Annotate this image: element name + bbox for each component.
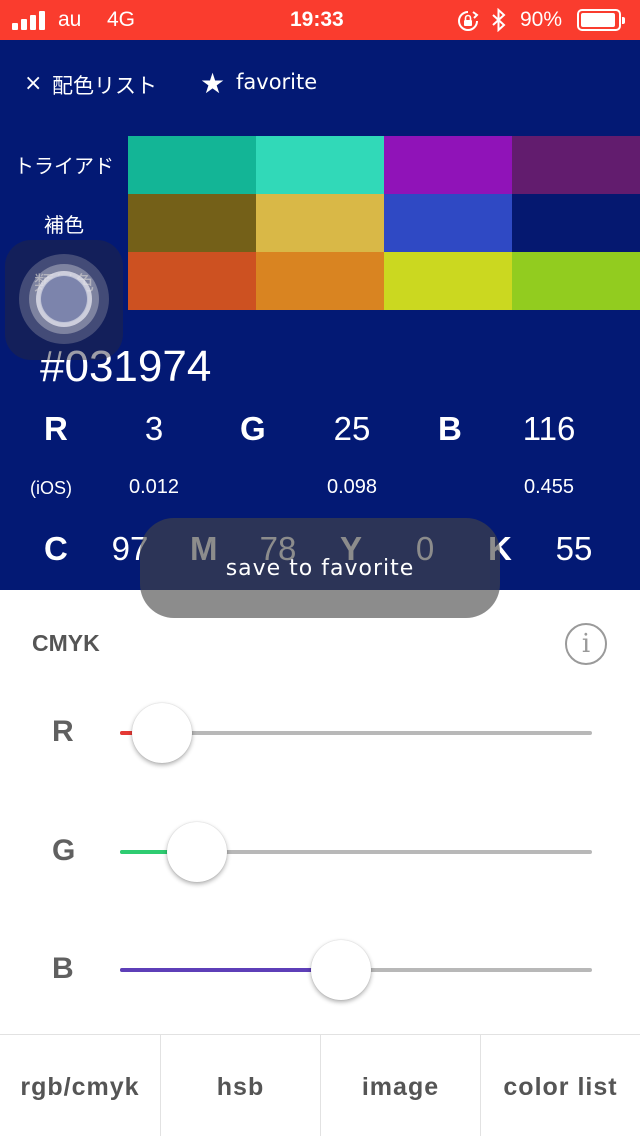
ios-g-value: 0.098 <box>326 476 378 498</box>
swatch-analogous-3[interactable] <box>384 252 512 310</box>
status-bar: au 4G 19:33 90% <box>0 0 640 40</box>
swatch-complementary-3[interactable] <box>384 194 512 252</box>
b-slider-fill <box>120 968 342 972</box>
close-icon[interactable]: × <box>24 72 42 96</box>
swatch-analogous-1[interactable] <box>128 252 256 310</box>
g-label: G <box>240 410 266 447</box>
swatch-triad-2[interactable] <box>256 136 384 194</box>
r-label: R <box>44 410 68 447</box>
save-toast: save to favorite <box>140 518 500 618</box>
tab-bar: rgb/cmyk hsb image color list <box>0 1034 640 1136</box>
assistive-touch-button[interactable] <box>5 240 123 360</box>
section-title: CMYK <box>32 630 100 656</box>
ios-label: (iOS) <box>30 478 72 498</box>
r-slider-label: R <box>52 715 74 748</box>
g-value: 25 <box>333 410 371 447</box>
orientation-lock-icon <box>458 11 479 31</box>
tab-hsb[interactable]: hsb <box>160 1034 320 1136</box>
tab-rgb-cmyk[interactable]: rgb/cmyk <box>0 1034 160 1136</box>
tab-label: image <box>361 1073 440 1101</box>
bluetooth-icon <box>492 8 506 32</box>
swatch-complementary-4[interactable] <box>512 194 640 252</box>
ios-b-value: 0.455 <box>523 476 575 498</box>
tab-image[interactable]: image <box>320 1034 480 1136</box>
b-slider-label: B <box>52 952 74 985</box>
r-slider-thumb[interactable] <box>131 703 192 763</box>
r-value: 3 <box>144 410 164 447</box>
swatch-triad-4[interactable] <box>512 136 640 194</box>
g-slider-thumb[interactable] <box>166 822 227 882</box>
scheme-label-complementary: 補色 <box>44 213 84 237</box>
scheme-label-triad: トライアド <box>14 154 114 178</box>
swatch-analogous-4[interactable] <box>512 252 640 310</box>
toast-message: save to favorite <box>225 556 415 581</box>
tab-label: color list <box>503 1073 618 1101</box>
battery-icon <box>577 9 625 31</box>
g-slider-label: G <box>52 834 76 867</box>
tab-color-list[interactable]: color list <box>480 1034 640 1136</box>
tab-label: hsb <box>216 1073 265 1101</box>
swatch-complementary-2[interactable] <box>256 194 384 252</box>
swatch-complementary-1[interactable] <box>128 194 256 252</box>
tab-label: rgb/cmyk <box>20 1073 140 1101</box>
star-icon[interactable]: ★ <box>200 70 225 98</box>
network-label: 4G <box>107 8 136 31</box>
color-list-link[interactable]: 配色リスト <box>52 70 157 100</box>
swatch-triad-1[interactable] <box>128 136 256 194</box>
b-label: B <box>438 410 462 447</box>
battery-percent: 90% <box>520 8 563 31</box>
carrier-label: au <box>58 8 82 31</box>
ios-r-value: 0.012 <box>128 476 180 498</box>
c-label: C <box>44 530 68 567</box>
b-value: 116 <box>522 410 576 447</box>
clock: 19:33 <box>290 8 344 31</box>
k-value: 55 <box>555 530 593 567</box>
swatch-analogous-2[interactable] <box>256 252 384 310</box>
signal-bars-icon <box>12 11 46 30</box>
b-slider-thumb[interactable] <box>311 940 372 1000</box>
favorite-link[interactable]: favorite <box>236 70 317 94</box>
info-icon[interactable]: i <box>565 623 607 665</box>
swatch-triad-3[interactable] <box>384 136 512 194</box>
